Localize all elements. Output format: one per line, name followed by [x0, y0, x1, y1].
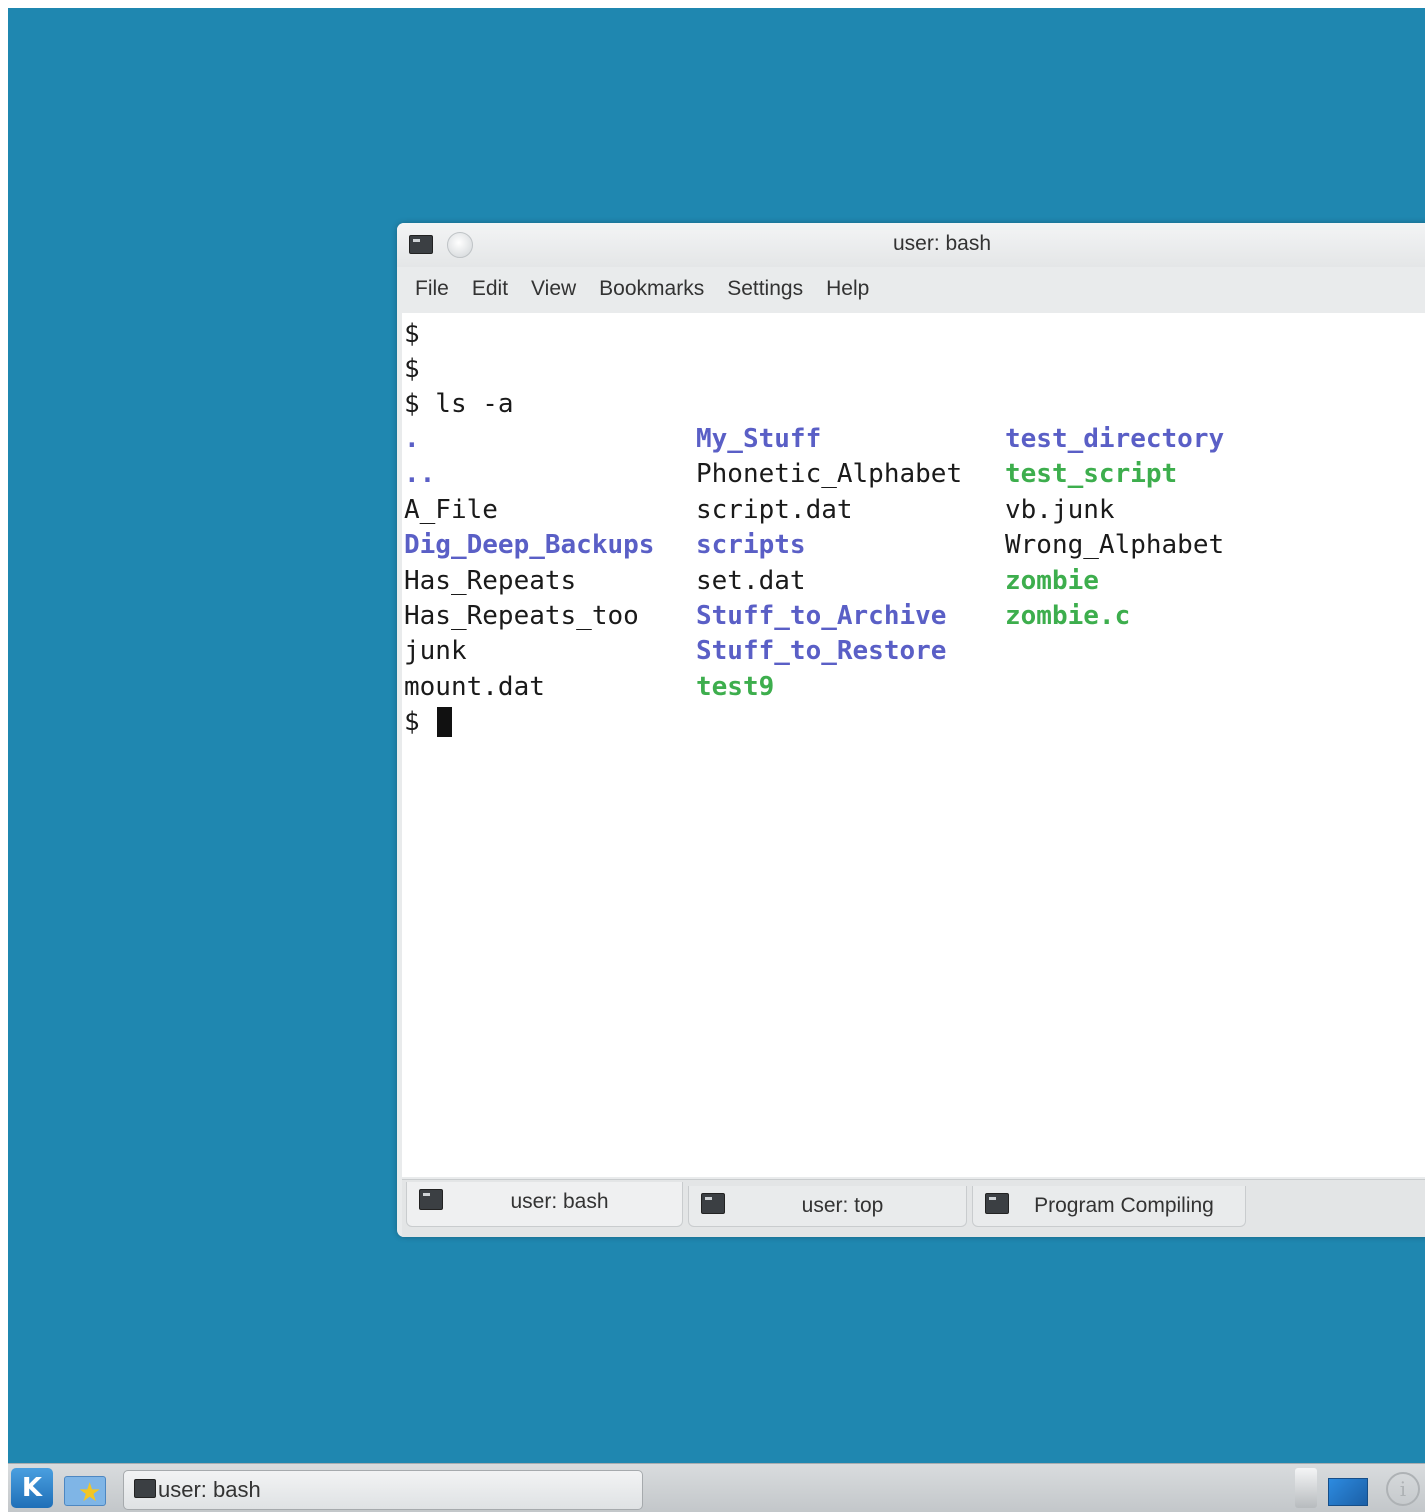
listing-entry: set.dat — [696, 565, 806, 596]
listing-entry: script.dat — [696, 494, 853, 525]
prompt-line: $ — [404, 354, 420, 384]
task-label: user: bash — [158, 1477, 261, 1502]
text-cursor — [437, 707, 452, 737]
listing-entry: scripts — [696, 530, 806, 561]
listing-entry: My_Stuff — [696, 424, 822, 454]
tab-program-compiling[interactable]: Program Compiling — [972, 1186, 1246, 1227]
menu-help[interactable]: Help — [818, 277, 884, 301]
terminal-icon — [419, 1189, 443, 1210]
tab-bar: user: bash user: top Program Compiling — [402, 1179, 1425, 1237]
listing-entry: test_directory — [1005, 424, 1225, 454]
pager-icon[interactable] — [1328, 1478, 1368, 1506]
listing-entry: test_script — [1005, 459, 1178, 490]
window-title: user: bash — [892, 232, 992, 255]
listing-entry: Has_Repeats_too — [404, 601, 639, 631]
terminal-icon — [134, 1479, 156, 1498]
listing-entry: A_File — [404, 494, 498, 525]
menubar: File Edit View Bookmarks Settings Help — [397, 267, 1425, 311]
listing-entry: junk — [404, 636, 467, 667]
listing-entry: Has_Repeats — [404, 565, 577, 596]
konsole-window: user: bash File Edit View Bookmarks Sett… — [397, 223, 1425, 1237]
terminal-icon — [701, 1193, 725, 1214]
listing-entry: .. — [404, 459, 436, 490]
titlebar[interactable]: user: bash — [397, 223, 1425, 267]
tab-user-bash[interactable]: user: bash — [406, 1182, 683, 1227]
listing-entry: Wrong_Alphabet — [1005, 530, 1225, 561]
menu-edit[interactable]: Edit — [464, 277, 523, 301]
favorites-star-icon[interactable]: ★ — [64, 1470, 108, 1508]
menu-bookmarks[interactable]: Bookmarks — [591, 277, 719, 301]
listing-entry: zombie.c — [1005, 601, 1131, 631]
listing-entry: Phonetic_Alphabet — [696, 459, 963, 490]
prompt-line: $ — [404, 707, 420, 737]
terminal-output[interactable]: $ $ $ ls -a $ ... A_File Dig_Deep_Backups H… — [402, 313, 1425, 1177]
tab-user-top[interactable]: user: top — [688, 1186, 967, 1227]
listing-entry: zombie — [1005, 565, 1099, 596]
menu-settings[interactable]: Settings — [719, 277, 818, 301]
listing-entry: Stuff_to_Restore — [696, 636, 947, 667]
task-user-bash[interactable]: user: bash — [123, 1470, 643, 1510]
listing-entry: Stuff_to_Archive — [696, 601, 947, 631]
device-notifier-icon[interactable] — [1295, 1468, 1317, 1508]
info-icon[interactable]: i — [1386, 1472, 1420, 1506]
menu-view[interactable]: View — [523, 277, 591, 301]
listing-entry: Dig_Deep_Backups — [404, 530, 655, 561]
listing-entry: . — [404, 424, 420, 454]
taskbar-panel: K ★ user: bash i — [8, 1463, 1425, 1512]
terminal-icon — [985, 1193, 1009, 1214]
menu-file[interactable]: File — [407, 277, 464, 301]
listing-entry: test9 — [696, 671, 775, 702]
star-icon: ★ — [78, 1478, 102, 1508]
tab-label: user: top — [801, 1194, 884, 1217]
listing-entry: vb.junk — [1005, 494, 1115, 525]
kde-menu-icon[interactable]: K — [11, 1468, 53, 1508]
tab-label: Program Compiling — [1034, 1194, 1214, 1217]
prompt-line: $ — [404, 319, 420, 349]
listing-entry: mount.dat — [404, 671, 545, 702]
desktop: user: bash File Edit View Bookmarks Sett… — [8, 8, 1425, 1463]
tab-label: user: bash — [510, 1190, 609, 1213]
command-line: $ ls -a — [404, 389, 514, 419]
